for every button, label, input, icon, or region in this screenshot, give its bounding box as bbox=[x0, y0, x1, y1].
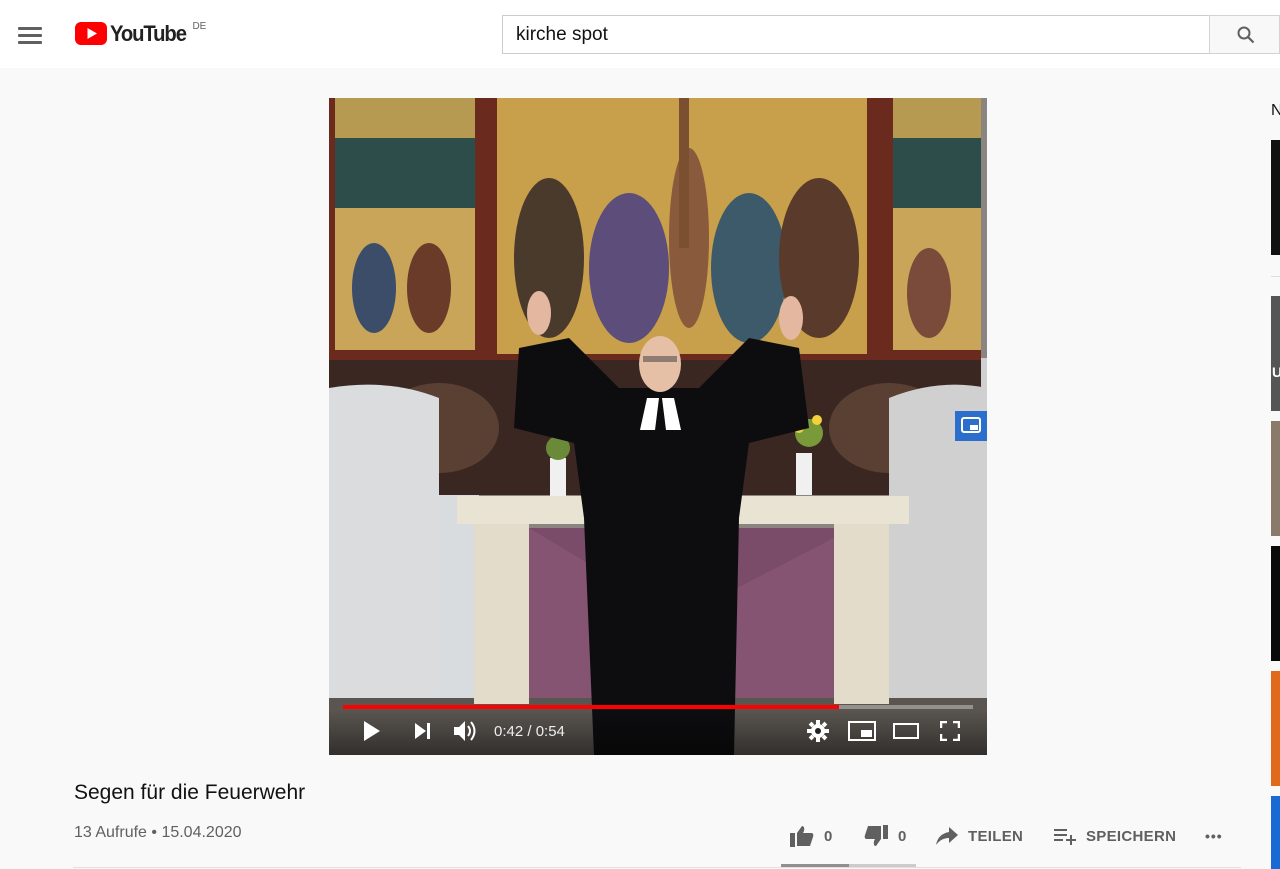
like-button[interactable]: 0 bbox=[790, 822, 832, 850]
volume-icon bbox=[454, 721, 476, 741]
video-player[interactable]: 0:42 / 0:54 bbox=[329, 98, 987, 755]
share-arrow-icon bbox=[936, 827, 958, 845]
search-input[interactable] bbox=[503, 16, 1210, 53]
play-icon bbox=[364, 721, 380, 741]
logo-country-code: DE bbox=[192, 21, 207, 32]
video-frame bbox=[329, 98, 987, 755]
cast-badge-icon[interactable] bbox=[955, 411, 987, 441]
sidebar-divider bbox=[1271, 276, 1280, 277]
miniplayer-icon bbox=[848, 721, 876, 741]
dislike-button[interactable]: 0 bbox=[864, 822, 906, 850]
thumbs-down-icon bbox=[864, 825, 888, 846]
volume-button[interactable] bbox=[452, 718, 480, 744]
more-actions-button[interactable]: ••• bbox=[1205, 822, 1223, 850]
save-button[interactable]: SPEICHERN bbox=[1054, 822, 1176, 850]
thumbs-up-icon bbox=[790, 826, 814, 847]
sidebar-thumbnail[interactable] bbox=[1271, 796, 1280, 869]
sidebar-thumbnail[interactable] bbox=[1271, 140, 1280, 255]
like-count: 0 bbox=[824, 827, 833, 845]
masthead: YouTube DE bbox=[0, 0, 1280, 68]
save-label: SPEICHERN bbox=[1086, 827, 1177, 845]
play-button[interactable] bbox=[359, 718, 385, 744]
youtube-play-logo-icon bbox=[75, 22, 107, 45]
search-button[interactable] bbox=[1209, 15, 1280, 54]
next-icon bbox=[415, 723, 430, 739]
player-controls: 0:42 / 0:54 bbox=[329, 710, 987, 755]
search-box bbox=[502, 15, 1210, 54]
sidebar-thumbnail[interactable] bbox=[1271, 421, 1280, 536]
fullscreen-icon bbox=[940, 721, 960, 741]
share-label: TEILEN bbox=[968, 827, 1024, 845]
hamburger-menu-icon[interactable] bbox=[18, 22, 44, 48]
youtube-logo[interactable]: YouTube DE bbox=[75, 20, 206, 48]
divider bbox=[73, 867, 1241, 868]
search-icon bbox=[1237, 26, 1255, 43]
sidebar-thumbnail-text: U bbox=[1272, 364, 1280, 380]
sidebar-thumbnail[interactable]: U bbox=[1271, 296, 1280, 411]
sidebar-thumbnail[interactable] bbox=[1271, 546, 1280, 661]
miniplayer-button[interactable] bbox=[847, 718, 877, 744]
up-next-heading: N bbox=[1271, 102, 1280, 119]
more-icon: ••• bbox=[1205, 828, 1223, 844]
theater-icon bbox=[893, 723, 919, 739]
theater-mode-button[interactable] bbox=[891, 718, 921, 744]
sidebar-thumbnail[interactable] bbox=[1271, 671, 1280, 786]
next-button[interactable] bbox=[411, 718, 435, 744]
playlist-add-icon bbox=[1054, 829, 1076, 845]
video-title: Segen für die Feuerwehr bbox=[74, 781, 306, 804]
video-views-date: 13 Aufrufe • 15.04.2020 bbox=[74, 824, 242, 841]
progress-bar[interactable] bbox=[343, 705, 973, 709]
dislike-count: 0 bbox=[898, 827, 907, 845]
progress-bar-played bbox=[343, 705, 839, 709]
fullscreen-button[interactable] bbox=[938, 718, 962, 744]
logo-wordmark: YouTube bbox=[110, 21, 187, 46]
settings-icon bbox=[807, 720, 829, 742]
share-button[interactable]: TEILEN bbox=[936, 822, 1023, 850]
settings-button[interactable] bbox=[806, 718, 830, 744]
up-next-sidebar: N U bbox=[1271, 98, 1280, 869]
time-display: 0:42 / 0:54 bbox=[494, 723, 565, 740]
